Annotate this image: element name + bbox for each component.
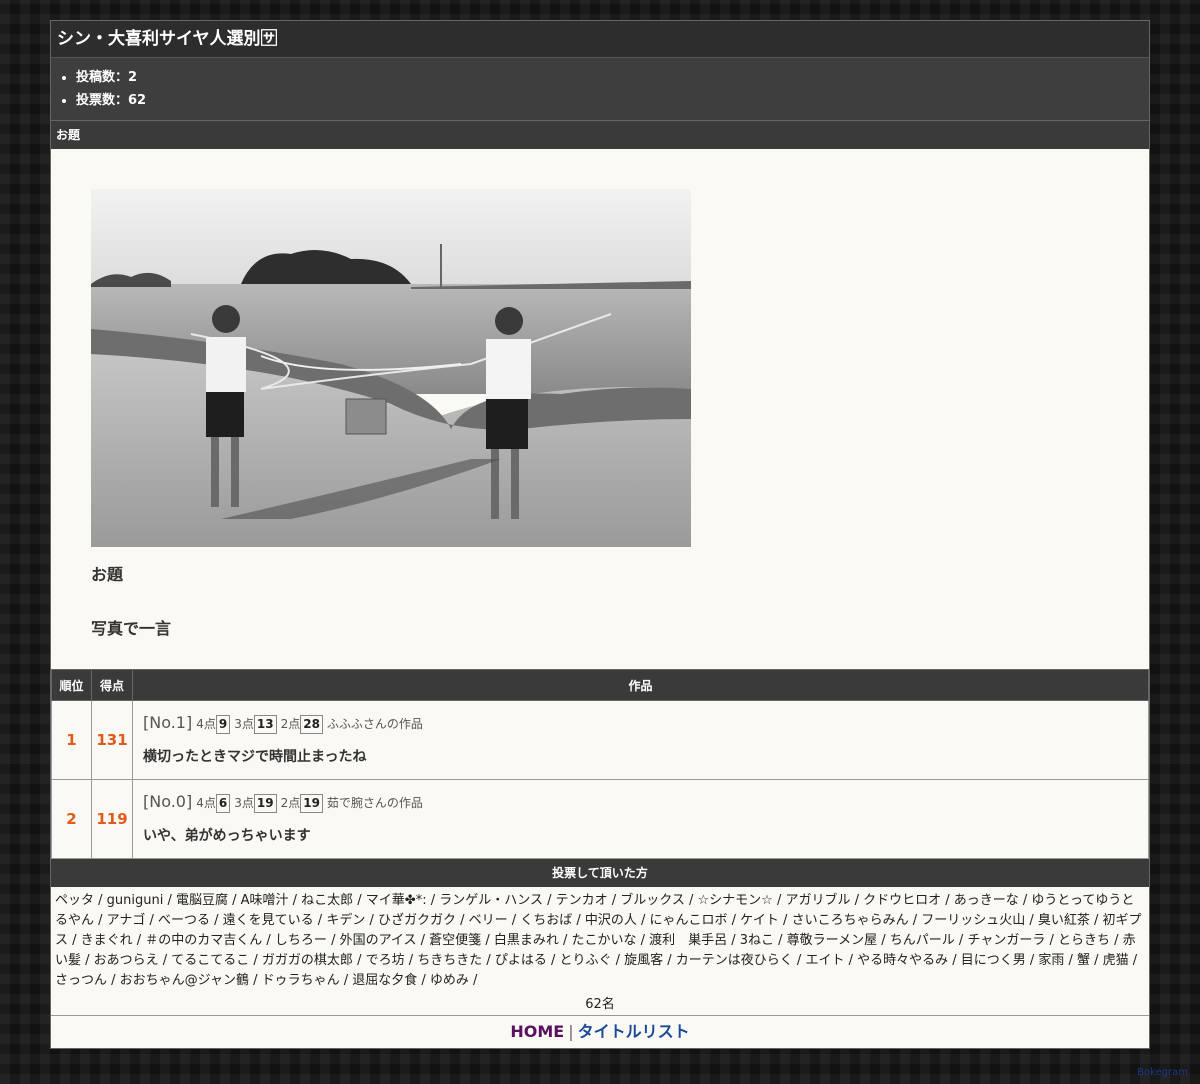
- author: 茹で腕さんの作品: [326, 795, 423, 810]
- points4-count: 9: [215, 714, 231, 734]
- rank-header: 順位: [51, 669, 92, 701]
- voters-list: ペッタ / guniguni / 電脳豆腐 / A味噌汁 / ねこ太郎 / マイ…: [55, 893, 1142, 988]
- points2-count: 28: [300, 714, 323, 734]
- points3-label: 3点: [234, 716, 254, 731]
- score-cell: 131: [91, 700, 133, 780]
- page-title: シン・大喜利サイヤ人選別🈂: [51, 21, 1149, 58]
- table-row: 1 131 [No.1] 4点 9 3点 13 2点 28 ふふふさんの作品 横切ったときマジ…: [51, 700, 1149, 780]
- ranking-table: 順位 得点 作品 1 131 [No.1] 4点 9 3点 13 2点 28 ふふふさんの作品…: [51, 669, 1149, 859]
- entry-number: [No.0]: [143, 791, 193, 811]
- author: ふふふさんの作品: [326, 716, 423, 731]
- work-cell: [No.0] 4点 6 3点 19 2点 19 茹で腕さんの作品 いや、弟がめっちゃいます: [132, 779, 1149, 859]
- vote-count: 投票数：62: [76, 89, 1149, 112]
- nav-separator: |: [568, 1022, 574, 1041]
- points4-label: 4点: [196, 795, 216, 810]
- points4-count: 6: [215, 793, 231, 813]
- main-panel: シン・大喜利サイヤ人選別🈂 投稿数：2 投票数：62 お題: [50, 20, 1150, 1049]
- points2-label: 2点: [280, 795, 301, 810]
- odai-heading: お題: [51, 121, 1149, 149]
- odai-text: 写真で一言: [91, 619, 172, 638]
- work-header: 作品: [132, 669, 1149, 701]
- voters-heading: 投票して頂いた方: [51, 859, 1149, 887]
- points3-count: 19: [253, 793, 277, 813]
- table-row: 2 119 [No.0] 4点 6 3点 19 2点 19 茹で腕さんの作品 いや、弟がめっち…: [51, 779, 1149, 859]
- footer-nav: HOME | タイトルリスト: [51, 1015, 1149, 1048]
- score-header: 得点: [91, 669, 133, 701]
- work-text: 横切ったときマジで時間止まったね: [143, 748, 367, 765]
- title-list-link[interactable]: タイトルリスト: [578, 1022, 690, 1041]
- rank-cell: 2: [51, 779, 92, 859]
- score-cell: 119: [91, 779, 133, 859]
- points4-label: 4点: [196, 716, 216, 731]
- odai-section: お題 写真で一言: [51, 149, 1149, 669]
- rank-cell: 1: [51, 700, 92, 780]
- odai-photo: [91, 189, 691, 547]
- points2-label: 2点: [280, 716, 301, 731]
- home-link[interactable]: HOME: [510, 1022, 564, 1041]
- stats-box: 投稿数：2 投票数：62: [51, 58, 1149, 121]
- points3-label: 3点: [234, 795, 254, 810]
- voter-count: 62名: [585, 997, 615, 1012]
- points3-count: 13: [253, 714, 277, 734]
- odai-label: お題: [91, 565, 124, 584]
- entry-number: [No.1]: [143, 712, 193, 732]
- work-meta: [No.1] 4点 9 3点 13 2点 28 ふふふさんの作品: [143, 713, 1138, 734]
- work-text: いや、弟がめっちゃいます: [143, 827, 311, 844]
- work-cell: [No.1] 4点 9 3点 13 2点 28 ふふふさんの作品 横切ったときマジで時間止まっ…: [132, 700, 1149, 780]
- post-count: 投稿数：2: [76, 66, 1149, 89]
- points2-count: 19: [300, 793, 323, 813]
- work-meta: [No.0] 4点 6 3点 19 2点 19 茹で腕さんの作品: [143, 792, 1138, 813]
- brand-logo[interactable]: Bokegram: [1137, 1067, 1188, 1078]
